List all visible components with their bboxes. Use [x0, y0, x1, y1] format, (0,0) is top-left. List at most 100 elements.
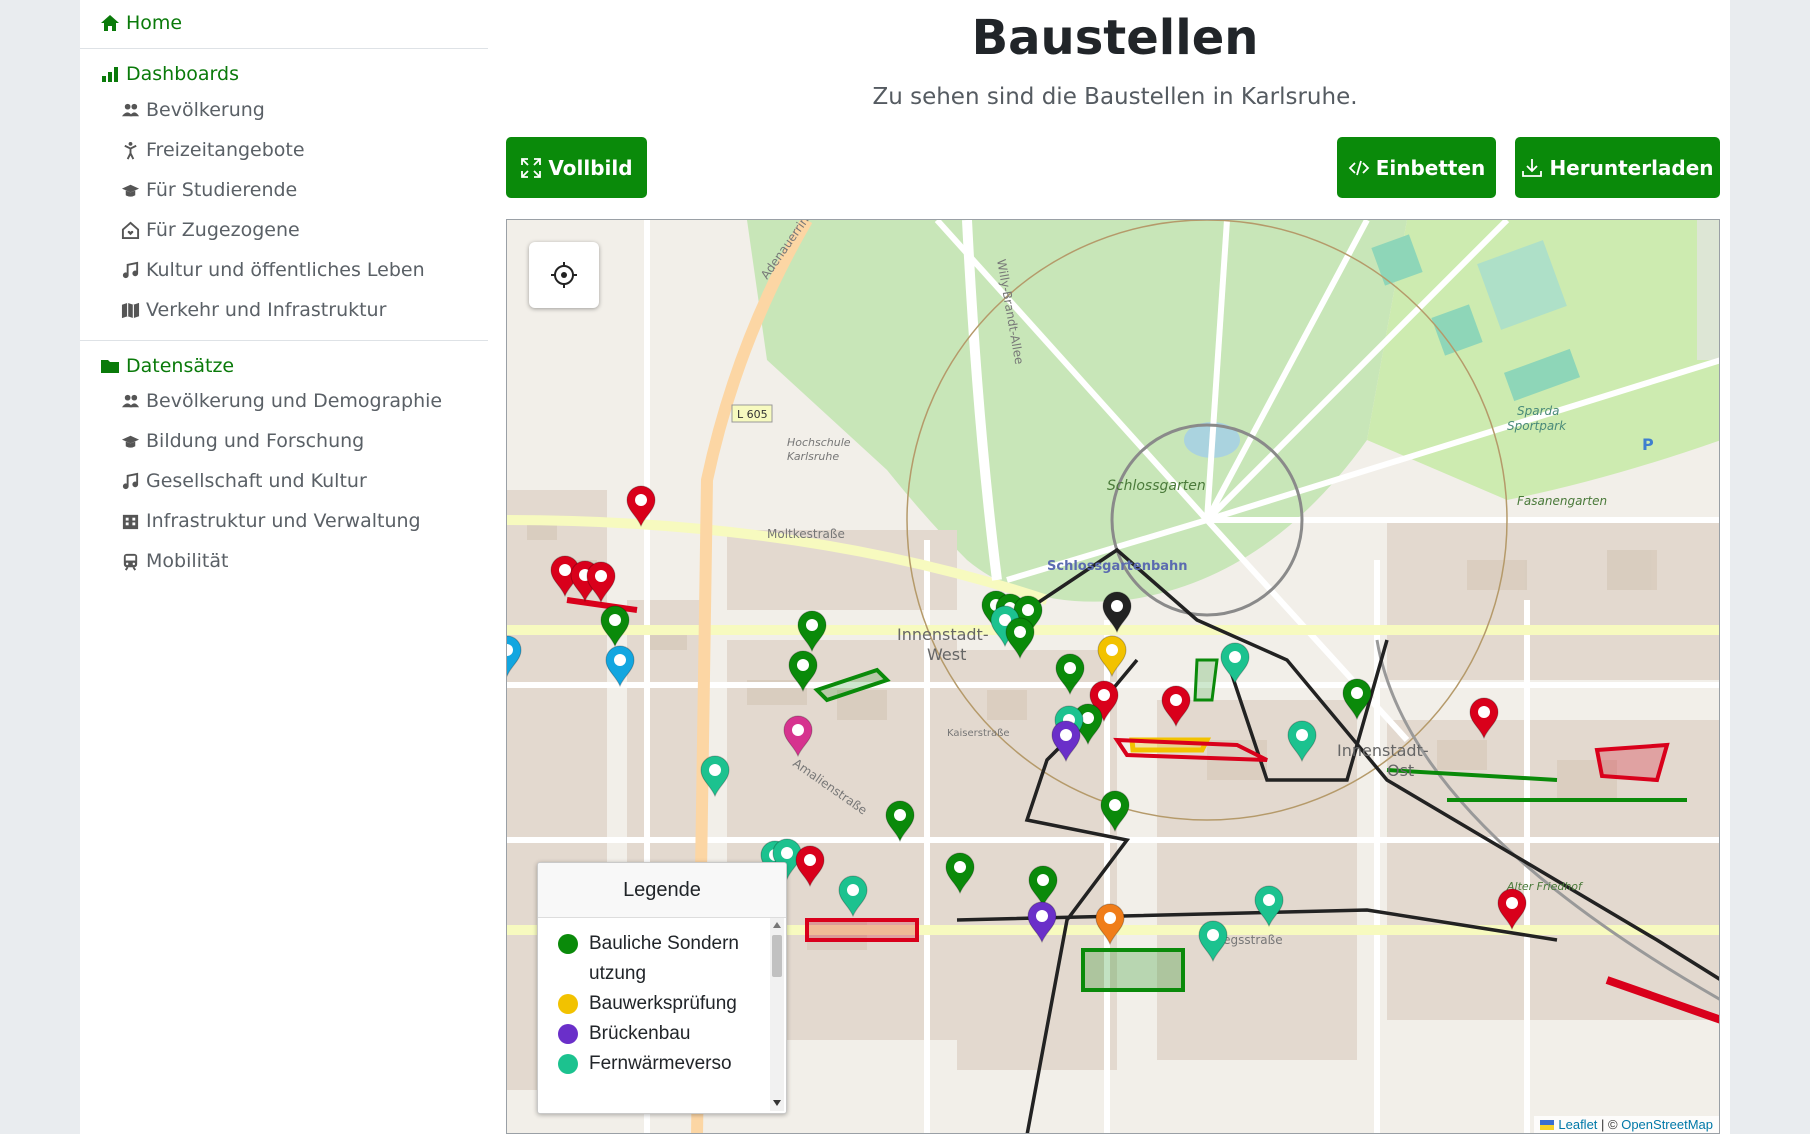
legend-scrollbar[interactable]	[770, 918, 784, 1111]
map-icon	[120, 300, 140, 320]
sidebar-item-label: Kultur und öffentliches Leben	[146, 259, 425, 281]
sidebar-item-mobilitaet[interactable]: Mobilität	[120, 550, 228, 572]
sidebar-item-label: Bevölkerung und Demographie	[146, 390, 443, 412]
sidebar-item-label: Freizeitangebote	[146, 139, 305, 161]
person-activity-icon	[120, 140, 140, 160]
music-note-icon	[120, 471, 140, 491]
legend-label: Brückenbau	[589, 1023, 691, 1044]
legend-list: Bauliche Sondernutzung Bauwerksprüfung B…	[538, 923, 766, 1079]
legend-dot	[558, 934, 578, 954]
embed-label: Einbetten	[1375, 155, 1486, 180]
bar-chart-icon	[102, 67, 118, 82]
scroll-down-icon[interactable]	[773, 1100, 781, 1106]
legend-item: Bauwerksprüfung	[538, 989, 758, 1019]
graduation-cap-icon	[120, 431, 140, 451]
label-fasanengarten: Fasanengarten	[1517, 494, 1607, 508]
label-innenstadt-west-2: West	[927, 645, 966, 664]
label-innenstadt-ost-2: Ost	[1387, 761, 1414, 780]
legend-item: Fernwärmeverso	[538, 1049, 758, 1079]
label-l605: L 605	[737, 408, 768, 421]
sidebar-item-zugezogene[interactable]: Für Zugezogene	[120, 219, 300, 241]
legend-label: Fernwärmeverso	[589, 1053, 732, 1074]
osm-link[interactable]: OpenStreetMap	[1621, 1117, 1713, 1132]
label-karlsruhe: Karlsruhe	[787, 450, 839, 463]
nav-dashboards-label: Dashboards	[126, 63, 239, 85]
scroll-up-icon[interactable]	[773, 922, 781, 928]
building-icon	[120, 511, 140, 531]
nav-dashboards[interactable]: Dashboards	[100, 63, 239, 85]
nav-home[interactable]: Home	[100, 12, 182, 34]
label-schlossgartenbahn: Schlossgartenbahn	[1047, 559, 1188, 574]
label-sportpark: Sparda	[1517, 404, 1560, 418]
code-icon	[1348, 160, 1369, 175]
legend-title: Legende	[538, 863, 786, 918]
music-note-icon	[120, 260, 140, 280]
divider	[80, 48, 488, 49]
locate-button[interactable]	[529, 242, 599, 308]
sidebar-item-label: Bevölkerung	[146, 99, 265, 121]
legend-item: Brückenbau	[538, 1019, 758, 1049]
label-hochschule: Hochschule	[787, 436, 851, 449]
nav-datasets-label: Datensätze	[126, 355, 235, 377]
download-icon	[1522, 158, 1543, 177]
legend-dot	[558, 1054, 578, 1074]
legend-item: Bauliche Sondernutzung	[538, 923, 758, 989]
download-button[interactable]: Herunterladen	[1515, 137, 1720, 198]
home-icon	[101, 15, 119, 31]
label-schlossgarten: Schlossgarten	[1107, 478, 1206, 494]
download-label: Herunterladen	[1549, 155, 1714, 180]
map[interactable]: Schlossgarten Schlossgartenbahn Innensta…	[506, 219, 1720, 1134]
folder-icon	[101, 360, 119, 373]
page-title: Baustellen	[971, 10, 1259, 66]
sidebar-item-bevoelkerung[interactable]: Bevölkerung	[120, 99, 265, 121]
nav-home-label: Home	[126, 12, 183, 34]
sidebar-item-freizeit[interactable]: Freizeitangebote	[120, 139, 305, 161]
label-innenstadt-west: Innenstadt-	[897, 625, 989, 644]
label-moltkestrasse: Moltkestraße	[767, 527, 845, 541]
sidebar-item-verkehr[interactable]: Verkehr und Infrastruktur	[120, 299, 386, 321]
attribution-separator: | ©	[1597, 1117, 1622, 1132]
graduation-cap-icon	[120, 180, 140, 200]
sidebar-item-label: Für Zugezogene	[146, 219, 300, 241]
sidebar-item-label: Für Studierende	[146, 179, 298, 201]
nav-datasets[interactable]: Datensätze	[100, 355, 234, 377]
sidebar-item-label: Verkehr und Infrastruktur	[146, 299, 387, 321]
legend-dot	[558, 994, 578, 1014]
sidebar-item-demographie[interactable]: Bevölkerung und Demographie	[120, 390, 442, 412]
map-attribution: Leaflet | © OpenStreetMap	[1534, 1116, 1719, 1133]
sidebar-item-label: Bildung und Forschung	[146, 430, 365, 452]
sidebar-item-infrastruktur[interactable]: Infrastruktur und Verwaltung	[120, 510, 421, 532]
sidebar: Home Dashboards Bevölkerung Freizeitange…	[80, 0, 488, 1134]
leaflet-link[interactable]: Leaflet	[1558, 1117, 1597, 1132]
fullscreen-label: Vollbild	[548, 155, 633, 180]
fullscreen-icon	[521, 157, 542, 178]
label-sportpark-2: Sportpark	[1507, 419, 1567, 433]
label-kaiserstrasse: Kaiserstraße	[947, 728, 1010, 739]
embed-button[interactable]: Einbetten	[1337, 137, 1496, 198]
label-innenstadt-ost: Innenstadt-	[1337, 741, 1429, 760]
sidebar-item-label: Mobilität	[146, 550, 229, 572]
sidebar-item-label: Gesellschaft und Kultur	[146, 470, 367, 492]
sidebar-item-label: Infrastruktur und Verwaltung	[146, 510, 421, 532]
parking-label: P	[1642, 435, 1654, 454]
sidebar-item-bildung[interactable]: Bildung und Forschung	[120, 430, 364, 452]
sidebar-item-kultur[interactable]: Kultur und öffentliches Leben	[120, 259, 425, 281]
legend-label: Bauliche Sondernutzung	[589, 933, 739, 984]
ukraine-flag-icon	[1540, 1119, 1555, 1130]
park-area	[1697, 220, 1719, 360]
divider	[80, 340, 488, 341]
fullscreen-button[interactable]: Vollbild	[506, 137, 647, 198]
legend-dot	[558, 1024, 578, 1044]
house-heart-icon	[120, 220, 140, 240]
map-legend[interactable]: Legende Bauliche Sondernutzung Bauwerksp…	[537, 862, 787, 1114]
crosshair-icon	[551, 262, 577, 288]
sidebar-item-studierende[interactable]: Für Studierende	[120, 179, 297, 201]
people-icon	[120, 391, 140, 411]
scroll-thumb[interactable]	[772, 935, 782, 977]
construction-marker[interactable]	[1220, 642, 1250, 685]
sidebar-item-gesellschaft[interactable]: Gesellschaft und Kultur	[120, 470, 367, 492]
legend-label: Bauwerksprüfung	[589, 993, 737, 1014]
page-subtitle: Zu sehen sind die Baustellen in Karlsruh…	[872, 84, 1358, 110]
people-icon	[120, 100, 140, 120]
train-icon	[120, 551, 140, 571]
